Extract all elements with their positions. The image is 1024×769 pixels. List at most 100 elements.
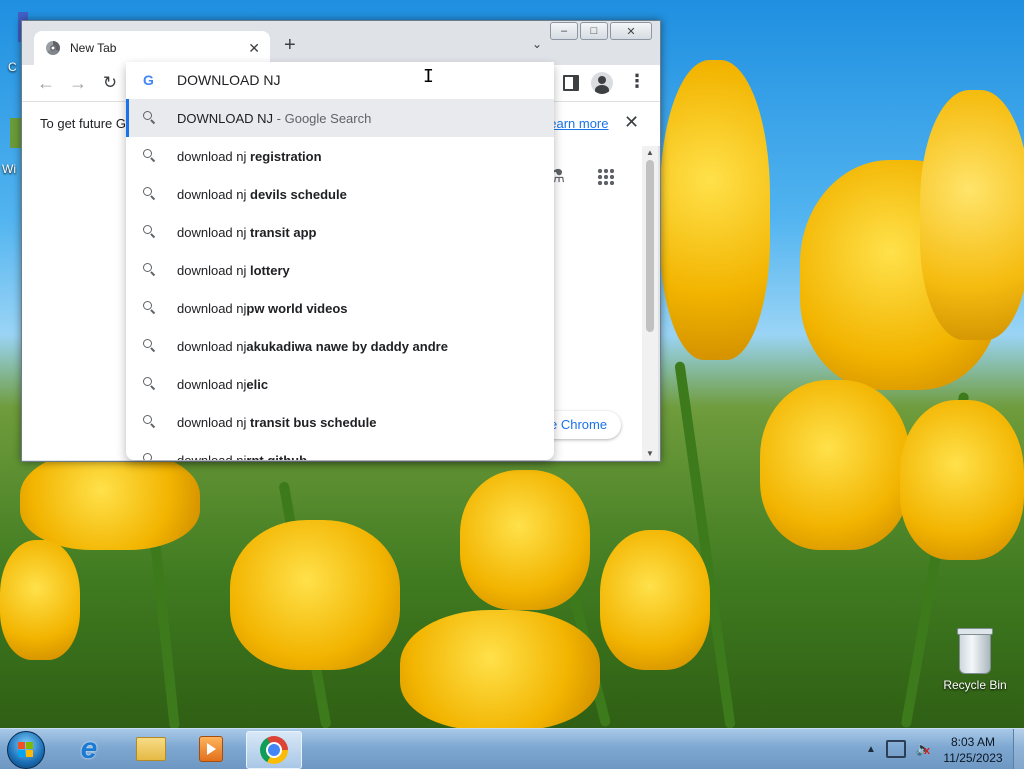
start-button[interactable]: [7, 731, 45, 769]
suggestion-text: download njakukadiwa nawe by daddy andre: [177, 339, 448, 354]
suggestion-item[interactable]: download nj lottery: [126, 251, 554, 289]
suggestion-text: download nj transit app: [177, 225, 316, 240]
search-icon: [143, 149, 155, 161]
omnibox-dropdown[interactable]: G DOWNLOAD NJ DOWNLOAD NJ - Google Searc…: [126, 62, 554, 460]
suggestion-completion: rpt github: [246, 452, 308, 461]
clock-time: 8:03 AM: [950, 735, 996, 749]
suggestion-item[interactable]: download nj transit bus schedule: [126, 403, 554, 441]
tulip: [920, 90, 1024, 340]
search-icon: [143, 301, 155, 313]
suggestion-completion: devils schedule: [250, 186, 347, 202]
recycle-bin-icon: [957, 628, 993, 674]
search-icon: [143, 377, 155, 389]
search-icon: [143, 263, 155, 275]
suggestion-prefix: download nj: [177, 186, 250, 202]
address-bar[interactable]: G DOWNLOAD NJ: [126, 62, 554, 98]
suggestion-prefix: download nj: [177, 338, 247, 354]
suggestion-prefix: download nj: [177, 148, 250, 164]
suggestion-text: download nj registration: [177, 149, 322, 164]
maximize-button[interactable]: □: [580, 22, 608, 40]
tulip-stem: [150, 539, 180, 728]
scroll-up-icon[interactable]: ▲: [646, 148, 654, 157]
chrome-favicon-icon: [46, 41, 60, 55]
suggestion-completion: pw world videos: [246, 300, 348, 316]
suggestion-text: download njelic: [177, 377, 268, 392]
system-tray: ▲ 🔈 x: [866, 729, 932, 769]
suggestion-prefix: download nj: [177, 224, 250, 240]
suggestion-completion: registration: [250, 148, 322, 164]
tab-title: New Tab: [70, 41, 117, 55]
taskbar: e ▲ 🔈 x 8:03 AM 11/25/2023: [0, 728, 1024, 769]
tab-new-tab[interactable]: New Tab ✕: [34, 31, 270, 65]
apps-grid-icon[interactable]: [597, 168, 615, 186]
suggestion-text: download njrpt github: [177, 453, 307, 461]
suggestion-completion: transit app: [250, 224, 317, 240]
show-desktop-button[interactable]: [1013, 729, 1024, 769]
suggestion-text: download nj transit bus schedule: [177, 415, 376, 430]
back-arrow-icon[interactable]: ←: [34, 71, 58, 95]
suggestion-prefix: download nj: [177, 300, 247, 316]
close-window-button[interactable]: ✕: [610, 22, 652, 40]
side-panel-icon[interactable]: [563, 75, 579, 91]
suggestion-text: DOWNLOAD NJ - Google Search: [177, 111, 371, 126]
kebab-menu-icon[interactable]: ⋮: [628, 71, 646, 92]
suggestion-list: DOWNLOAD NJ - Google Search download nj r…: [126, 99, 554, 460]
suggestion-item[interactable]: download njelic: [126, 365, 554, 403]
suggestion-item[interactable]: download nj transit app: [126, 213, 554, 251]
suggestion-completion: transit bus schedule: [250, 414, 377, 430]
media-player-icon: [199, 736, 223, 762]
search-icon: [143, 225, 155, 237]
suggestion-item[interactable]: download nj devils schedule: [126, 175, 554, 213]
suggestion-item[interactable]: download njrpt github: [126, 441, 554, 460]
scroll-down-icon[interactable]: ▼: [646, 449, 654, 458]
info-bar-message: To get future G: [40, 116, 126, 131]
suggestion-text: download nj devils schedule: [177, 187, 347, 202]
suggestion-item[interactable]: DOWNLOAD NJ - Google Search: [126, 99, 554, 137]
desktop-shortcut-label: Wi: [2, 162, 16, 176]
text-cursor-icon: I: [423, 66, 434, 87]
suggestion-prefix: download nj: [177, 414, 250, 430]
taskbar-chrome[interactable]: [246, 731, 302, 769]
windows-logo-icon: [18, 742, 34, 758]
tulip: [400, 610, 600, 728]
close-infobar-icon[interactable]: ✕: [624, 112, 639, 133]
taskbar-media-player[interactable]: [184, 731, 238, 767]
clock[interactable]: 8:03 AM 11/25/2023: [940, 734, 1006, 766]
suggestion-text: download njpw world videos: [177, 301, 348, 316]
show-hidden-icons-icon[interactable]: ▲: [866, 744, 876, 755]
suggestion-item[interactable]: download njpw world videos: [126, 289, 554, 327]
tulip: [900, 400, 1024, 560]
suggestion-completion: akukadiwa nawe by daddy andre: [246, 338, 448, 354]
suggestion-item[interactable]: download njakukadiwa nawe by daddy andre: [126, 327, 554, 365]
search-icon: [143, 111, 155, 123]
clock-date: 11/25/2023: [943, 751, 1003, 765]
minimize-button[interactable]: –: [550, 22, 578, 40]
recycle-bin[interactable]: Recycle Bin: [938, 628, 1012, 692]
new-tab-button[interactable]: +: [284, 34, 296, 57]
taskbar-internet-explorer[interactable]: e: [62, 731, 116, 767]
forward-arrow-icon[interactable]: →: [66, 71, 90, 95]
tulip: [600, 530, 710, 670]
tulip: [0, 540, 80, 660]
chevron-down-icon[interactable]: ⌄: [532, 37, 542, 51]
suggestion-prefix: DOWNLOAD NJ: [177, 110, 274, 126]
network-icon[interactable]: [885, 740, 906, 758]
internet-explorer-icon: e: [80, 732, 98, 765]
search-icon: [143, 187, 155, 199]
page-scrollbar[interactable]: ▲ ▼: [642, 146, 658, 460]
volume-muted-icon[interactable]: 🔈 x: [916, 741, 932, 757]
tulip: [760, 380, 910, 550]
close-icon[interactable]: ✕: [248, 40, 260, 57]
profile-avatar-icon[interactable]: [591, 72, 613, 94]
suggestion-item[interactable]: download nj registration: [126, 137, 554, 175]
search-icon: [143, 339, 155, 351]
search-icon: [143, 415, 155, 427]
address-bar-text[interactable]: DOWNLOAD NJ: [177, 72, 280, 88]
reload-icon[interactable]: ↻: [98, 71, 122, 95]
chrome-icon: [260, 736, 288, 764]
window-controls: – □ ✕: [550, 22, 652, 40]
folder-icon: [136, 737, 166, 761]
taskbar-file-explorer[interactable]: [124, 731, 178, 767]
tulip: [460, 470, 590, 610]
scrollbar-thumb[interactable]: [646, 160, 654, 332]
